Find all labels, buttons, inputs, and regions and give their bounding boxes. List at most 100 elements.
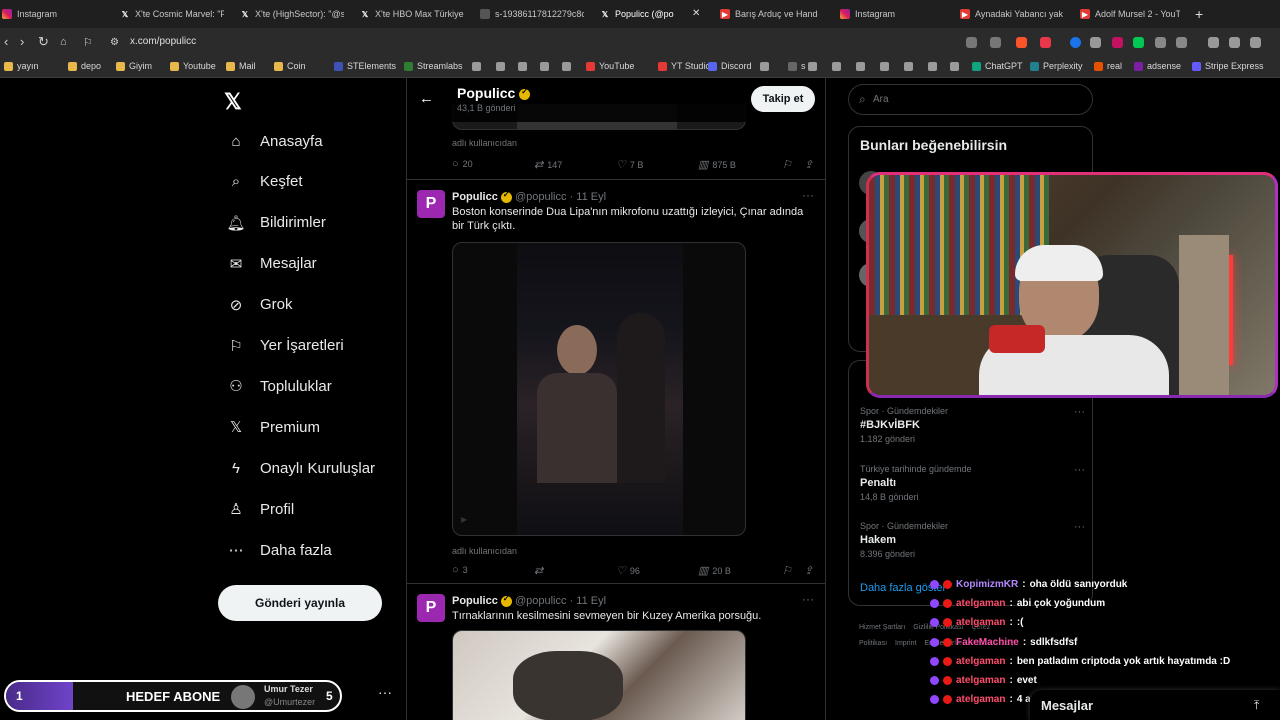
- x-logo-icon[interactable]: 𝕏: [224, 89, 242, 115]
- site-favicon-icon[interactable]: [540, 62, 549, 71]
- bookmark-button[interactable]: ⚐: [782, 564, 792, 577]
- post-button[interactable]: Gönderi yayınla: [218, 585, 382, 621]
- bookmark-item[interactable]: STElements: [334, 61, 396, 71]
- more-options-icon[interactable]: ···: [1074, 464, 1085, 476]
- site-favicon-icon[interactable]: [832, 62, 841, 71]
- forward-icon[interactable]: ›: [20, 34, 24, 49]
- new-tab-icon[interactable]: +: [1195, 6, 1203, 22]
- extension-icon[interactable]: [1090, 37, 1101, 48]
- source-attribution[interactable]: adlı kullanıcıdan: [452, 546, 517, 556]
- site-favicon-icon[interactable]: [760, 62, 769, 71]
- expand-messages-icon[interactable]: ⤒: [1254, 698, 1259, 713]
- views-button[interactable]: ▥ 875 B: [698, 158, 736, 171]
- search-input[interactable]: ⌕ Ara: [848, 84, 1093, 115]
- nav-item[interactable]: 🔔︎ Bildirimler: [226, 213, 325, 233]
- browser-tab[interactable]: ▶ Aynadaki Yabancı yak: [958, 4, 1064, 24]
- bookmark-item[interactable]: Discord: [708, 61, 752, 71]
- bookmark-item[interactable]: Coin: [274, 61, 306, 71]
- nav-item[interactable]: ✉ Mesajlar: [226, 254, 317, 274]
- bookmark-item[interactable]: YouTube: [586, 61, 634, 71]
- nav-item[interactable]: ⚐ Yer İşaretleri: [226, 336, 343, 356]
- browser-tab[interactable]: 𝕏 X'te (HighSector): "@s: [238, 4, 344, 24]
- author-handle[interactable]: @populicc: [515, 191, 567, 203]
- media-icon[interactable]: [1208, 37, 1219, 48]
- source-attribution[interactable]: adlı kullanıcıdan: [452, 138, 517, 148]
- more-options-icon[interactable]: ···: [1074, 406, 1085, 418]
- bookmark-item[interactable]: Perplexity: [1030, 61, 1083, 71]
- brave-shield-icon[interactable]: [1016, 37, 1027, 48]
- bookmark-button[interactable]: ⚐: [782, 158, 792, 171]
- footer-link[interactable]: Hizmet Şartları: [859, 624, 905, 631]
- extension-icon[interactable]: [1070, 37, 1081, 48]
- downloads-icon[interactable]: [1176, 37, 1187, 48]
- footer-link[interactable]: Imprint: [895, 640, 916, 647]
- nav-item[interactable]: ⌕ Keşfet: [226, 172, 303, 192]
- reload-icon[interactable]: ↻: [38, 34, 49, 50]
- share-button[interactable]: ⇪: [804, 564, 813, 577]
- author-avatar[interactable]: P: [417, 190, 445, 218]
- more-options-icon[interactable]: ···: [802, 188, 814, 202]
- extensions-puzzle-icon[interactable]: [1155, 37, 1166, 48]
- bookmark-item[interactable]: adsense: [1134, 61, 1181, 71]
- browser-tab[interactable]: 𝕏 X'te HBO Max Türkiye:: [358, 4, 464, 24]
- site-favicon-icon[interactable]: [808, 62, 817, 71]
- cast-icon[interactable]: [966, 37, 977, 48]
- bookmark-item[interactable]: Mail: [226, 61, 256, 71]
- site-favicon-icon[interactable]: [518, 62, 527, 71]
- repost-button[interactable]: ⇄: [534, 564, 547, 577]
- nav-item[interactable]: ♙ Profil: [226, 499, 294, 519]
- nav-item[interactable]: 𝕏 Premium: [226, 417, 320, 437]
- follow-button[interactable]: Takip et: [751, 86, 815, 112]
- bookmark-item[interactable]: real: [1094, 61, 1122, 71]
- messages-drawer[interactable]: Mesajlar ⤒: [1030, 690, 1280, 720]
- tweet-date[interactable]: 11 Eyl: [576, 595, 606, 607]
- bookmark-item[interactable]: ChatGPT: [972, 61, 1023, 71]
- brave-rewards-icon[interactable]: [1040, 37, 1051, 48]
- browser-tab-active[interactable]: 𝕏 Populicc (@po: [598, 4, 686, 24]
- trend-item[interactable]: Spor · Gündemdekiler Hakem 8.396 gönderi ··…: [860, 521, 1085, 559]
- site-favicon-icon[interactable]: [928, 62, 937, 71]
- bookmark-item[interactable]: depo: [68, 61, 101, 71]
- bookmark-item[interactable]: s: [788, 61, 806, 71]
- trend-item[interactable]: Türkiye tarihinde gündemde Penaltı 14,8 B …: [860, 464, 1085, 502]
- more-options-icon[interactable]: ···: [802, 592, 814, 606]
- reply-button[interactable]: ○ 20: [452, 158, 473, 170]
- browser-tab[interactable]: ▶ Barış Arduç ve Hande: [718, 4, 818, 24]
- like-button[interactable]: ♡ 7 B: [616, 158, 643, 171]
- video-player[interactable]: [452, 630, 746, 720]
- site-favicon-icon[interactable]: [904, 62, 913, 71]
- trend-item[interactable]: Spor · Gündemdekiler #BJKvİBFK 1.182 gönde…: [860, 406, 1085, 444]
- site-favicon-icon[interactable]: [496, 62, 505, 71]
- close-tab-icon[interactable]: ✕: [692, 8, 700, 19]
- reply-button[interactable]: ○ 3: [452, 564, 468, 576]
- site-favicon-icon[interactable]: [880, 62, 889, 71]
- video-player[interactable]: ▶: [452, 242, 746, 536]
- share-button[interactable]: ⇪: [804, 158, 813, 171]
- home-browser-icon[interactable]: ⌂: [60, 36, 67, 48]
- views-button[interactable]: ▥ 20 B: [698, 564, 731, 577]
- bookmark-item[interactable]: Streamlabs: [404, 61, 463, 71]
- bookmark-item[interactable]: yayın: [4, 61, 39, 71]
- bookmark-item[interactable]: YT Studio: [658, 61, 710, 71]
- tweet-date[interactable]: 11 Eyl: [576, 191, 606, 203]
- tweet[interactable]: P Populicc @populicc · 11 Eyl ··· Boston…: [407, 180, 825, 584]
- site-favicon-icon[interactable]: [562, 62, 571, 71]
- back-arrow-icon[interactable]: ←: [419, 90, 434, 107]
- nav-item[interactable]: ⚇ Topluluklar: [226, 376, 331, 396]
- browser-tab[interactable]: 𝕏 X'te Cosmic Marvel: "F: [118, 4, 224, 24]
- nav-item[interactable]: ⌂ Anasayfa: [226, 131, 322, 151]
- nav-item[interactable]: ⋯ Daha fazla: [226, 540, 332, 560]
- more-options-icon[interactable]: ···: [1074, 521, 1085, 533]
- bookmark-item[interactable]: Youtube: [170, 61, 216, 71]
- bookmark-item[interactable]: Giyim: [116, 61, 152, 71]
- author-avatar[interactable]: P: [417, 594, 445, 622]
- nav-item[interactable]: ϟ Onaylı Kuruluşlar: [226, 458, 375, 478]
- video-controls[interactable]: ▶: [461, 515, 737, 525]
- extension-icon[interactable]: [1133, 37, 1144, 48]
- bookmark-page-icon[interactable]: ⚐: [83, 36, 93, 49]
- wallet-icon[interactable]: [1250, 37, 1261, 48]
- share-icon[interactable]: [990, 37, 1001, 48]
- extension-icon[interactable]: [1112, 37, 1123, 48]
- browser-tab[interactable]: Instagram: [0, 4, 100, 24]
- author-handle[interactable]: @populicc: [515, 595, 567, 607]
